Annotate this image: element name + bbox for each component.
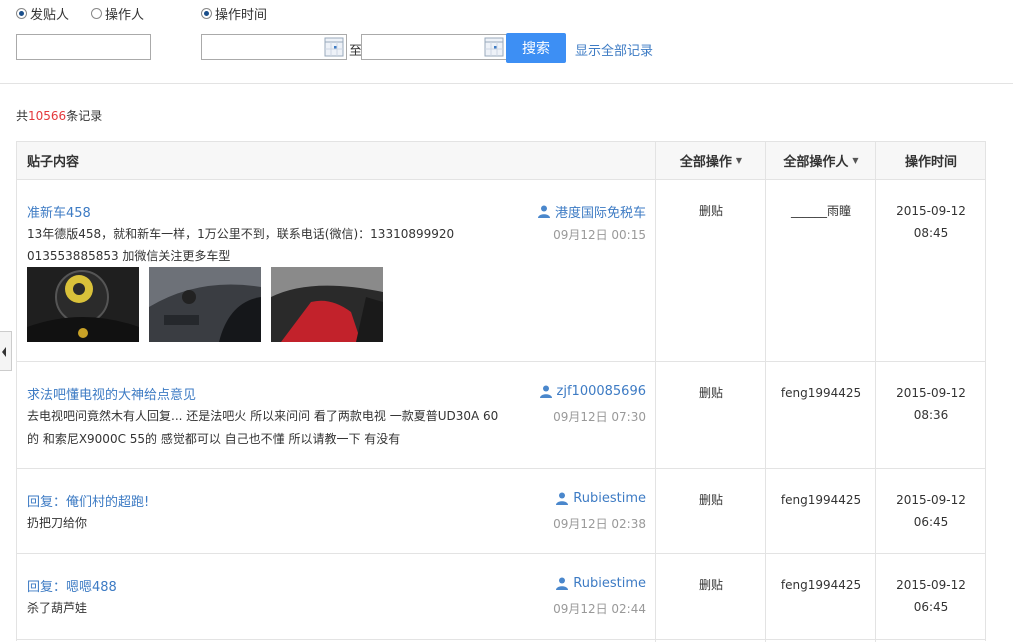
- count-number: 10566: [28, 109, 67, 123]
- show-all-link[interactable]: 显示全部记录: [575, 40, 653, 59]
- post-title-link[interactable]: 求法吧懂电视的大神给点意见: [27, 384, 196, 403]
- radio-label-poster: 发贴人: [30, 8, 70, 23]
- action-cell: 删贴: [698, 386, 723, 400]
- post-time: 09月12日 07:30: [553, 410, 646, 424]
- operator-cell: feng1994425: [780, 386, 862, 400]
- time-date: 2015-09-12: [896, 386, 966, 400]
- time-date: 2015-09-12: [896, 493, 966, 507]
- header-time: 操作时间: [904, 155, 957, 170]
- post-text-line: 13年德版458，就和新车一样，1万公里不到，联系电话(微信)：13310899…: [27, 227, 455, 241]
- time-date: 2015-09-12: [896, 578, 966, 592]
- dropdown-arrow-icon: ▼: [735, 156, 743, 165]
- post-time: 09月12日 02:38: [553, 517, 646, 531]
- count-suffix: 条记录: [66, 109, 103, 123]
- radio-label-op-time: 操作时间: [215, 8, 268, 23]
- time-date: 2015-09-12: [896, 204, 966, 218]
- radio-label-operator: 操作人: [105, 8, 145, 23]
- time-clock: 06:45: [913, 600, 949, 614]
- post-title-link[interactable]: 准新车458: [27, 202, 91, 221]
- post-text-line: 杀了葫芦娃: [27, 601, 88, 615]
- action-cell: 删贴: [698, 204, 723, 218]
- post-author-link[interactable]: Rubiestime: [556, 491, 646, 506]
- operator-cell: feng1994425: [780, 493, 862, 507]
- time-clock: 06:45: [913, 515, 949, 529]
- time-clock: 08:36: [913, 408, 949, 422]
- user-icon: [537, 205, 550, 218]
- post-title-link[interactable]: 回复：嗯嗯488: [27, 576, 117, 595]
- radio-op-time[interactable]: 操作时间: [201, 4, 267, 23]
- calendar-icon[interactable]: [484, 37, 504, 57]
- time-cell: 2015-09-12 08:36: [876, 382, 986, 426]
- post-author-link[interactable]: Rubiestime: [556, 576, 646, 591]
- action-cell: 删贴: [698, 493, 723, 507]
- user-icon: [556, 492, 569, 505]
- post-image-thumbnail[interactable]: [271, 267, 383, 342]
- time-cell: 2015-09-12 08:45: [876, 200, 986, 244]
- header-operator-label: 全部操作人: [783, 155, 849, 170]
- table-row: 回复：俺们村的超跑! Rubiestime 扔把刀给你 09月12日 02:38…: [17, 468, 985, 554]
- post-image-thumbnail[interactable]: [149, 267, 261, 342]
- author-name: 港度国际免税车: [554, 206, 646, 221]
- radio-operator[interactable]: 操作人: [91, 4, 144, 23]
- post-text-line: 的 和索尼X9000C 55的 感觉都可以 自己也不懂 所以请教一下 有没有: [27, 432, 401, 446]
- operator-cell: ______雨瞳: [790, 204, 851, 218]
- radio-poster[interactable]: 发贴人: [16, 4, 69, 23]
- header-operator-filter[interactable]: 全部操作人 ▼: [766, 142, 876, 179]
- user-icon: [539, 385, 552, 398]
- end-date-input[interactable]: [361, 34, 507, 60]
- table-header: 贴子内容 全部操作 ▼ 全部操作人 ▼ 操作时间: [17, 142, 985, 180]
- record-count: 共10566条记录: [16, 107, 102, 124]
- table-row: 求法吧懂电视的大神给点意见 zjf100085696 去电视吧问竟然木有人回复.…: [17, 361, 985, 469]
- post-text-line: 去电视吧问竟然木有人回复... 还是法吧火 所以来问问 看了两款电视 一款夏普U…: [27, 409, 499, 423]
- count-prefix: 共: [16, 109, 29, 123]
- author-name: zjf100085696: [556, 384, 646, 399]
- chevron-left-icon: [2, 347, 6, 357]
- table-row: 准新车458 港度国际免税车 13年德版458，就和新车一样，1万公里不到，联系…: [17, 180, 985, 362]
- post-author-link[interactable]: 港度国际免税车: [537, 202, 646, 221]
- table-row: 回复：嗯嗯488 Rubiestime 杀了葫芦娃 09月12日 02:44 删…: [17, 553, 985, 640]
- search-button[interactable]: 搜索: [506, 33, 566, 63]
- action-cell: 删贴: [698, 578, 723, 592]
- radio-dot: [91, 8, 102, 19]
- calendar-icon[interactable]: [324, 37, 344, 57]
- post-author-link[interactable]: zjf100085696: [539, 384, 646, 399]
- operator-cell: feng1994425: [780, 578, 862, 592]
- post-image-thumbnail[interactable]: [27, 267, 139, 342]
- user-icon: [556, 577, 569, 590]
- header-action-filter[interactable]: 全部操作 ▼: [656, 142, 766, 179]
- records-table: 贴子内容 全部操作 ▼ 全部操作人 ▼ 操作时间 准新车458 港度国际免税车 13…: [16, 141, 986, 642]
- post-title-link[interactable]: 回复：俺们村的超跑!: [27, 491, 149, 510]
- radio-dot: [16, 8, 27, 19]
- time-cell: 2015-09-12 06:45: [876, 574, 986, 618]
- post-text-line: 013553885853 加微信关注更多车型: [27, 249, 231, 263]
- poster-input[interactable]: [16, 34, 151, 60]
- post-time: 09月12日 02:44: [553, 602, 646, 616]
- radio-dot: [201, 8, 212, 19]
- post-text-line: 扔把刀给你: [27, 516, 88, 530]
- author-name: Rubiestime: [573, 576, 646, 591]
- dropdown-arrow-icon: ▼: [852, 156, 859, 165]
- collapse-handle[interactable]: [0, 331, 12, 371]
- header-action-label: 全部操作: [679, 155, 732, 170]
- post-time: 09月12日 00:15: [553, 228, 646, 242]
- header-content: 贴子内容: [27, 155, 80, 170]
- divider: [0, 83, 1013, 84]
- time-clock: 08:45: [913, 226, 949, 240]
- start-date-input[interactable]: [201, 34, 347, 60]
- author-name: Rubiestime: [573, 491, 646, 506]
- time-cell: 2015-09-12 06:45: [876, 489, 986, 533]
